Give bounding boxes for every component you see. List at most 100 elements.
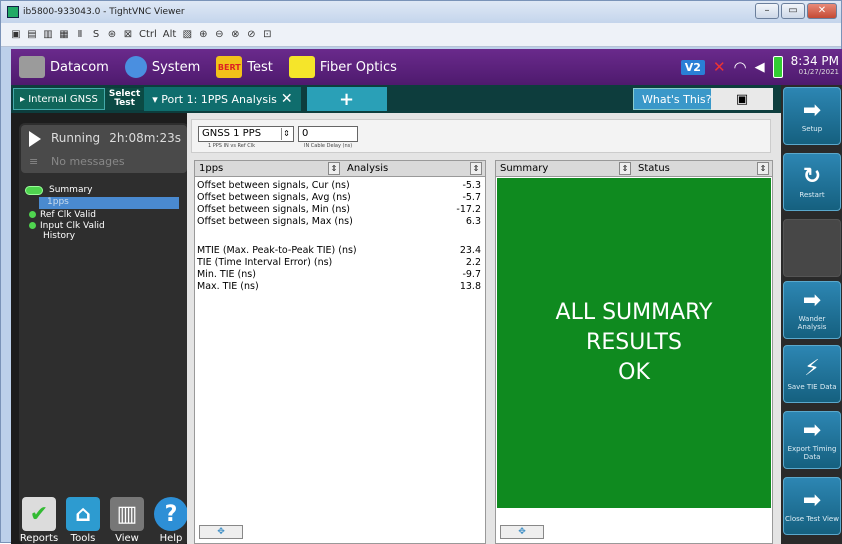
summary-line3: OK <box>618 360 650 385</box>
play-icon[interactable] <box>29 131 41 147</box>
select-spin-icon[interactable]: ⇕ <box>281 128 291 140</box>
setup-button[interactable]: ➡ Setup <box>783 87 841 145</box>
ctrl-alt-del-icon[interactable]: ⊛ <box>107 29 117 40</box>
speaker-icon[interactable]: ◀ <box>755 60 765 75</box>
help-label: Help <box>159 533 183 544</box>
add-test-tab-button[interactable]: + <box>306 87 387 111</box>
result-row: TIE (Time Interval Error) (ns) 2.2 <box>197 257 483 269</box>
v2-icon[interactable]: V2 <box>680 59 705 75</box>
tree-item-history[interactable]: History <box>43 231 187 242</box>
menu-test[interactable]: BERT Test <box>208 49 281 85</box>
tree-item-input-clk[interactable]: Input Clk Valid <box>29 220 187 231</box>
help-icon: ? <box>154 497 188 531</box>
setup-label: Setup <box>801 124 823 133</box>
options-icon[interactable]: ▥ <box>43 29 53 40</box>
pane-select-status[interactable]: Status ⇕ <box>634 161 772 177</box>
signal-select[interactable]: GNSS 1 PPS ⇕ <box>198 126 294 142</box>
pane-move-button[interactable]: ✥ <box>199 525 243 539</box>
vnc-window: ib5800-933043.0 - TightVNC Viewer – ▭ ✕ … <box>0 0 842 544</box>
results-tree: Summary 1pps Ref Clk Valid Input Clk Val… <box>25 183 187 242</box>
lightning-icon: ⚡ <box>804 355 820 381</box>
refresh-icon[interactable]: S <box>91 29 101 40</box>
action-panel: ➡ Setup ↻ Restart ➡ Wander Analysis ⚡ Sa… <box>781 85 842 544</box>
clock-time: 8:34 PM <box>790 54 839 68</box>
reports-button[interactable]: ✔ Reports <box>19 484 59 544</box>
pane-select-analysis[interactable]: Analysis ⇕ <box>343 161 485 177</box>
pause-icon[interactable]: Ⅱ <box>75 29 85 40</box>
pane-select-1pps[interactable]: 1pps ⇕ <box>195 161 343 177</box>
tab-port-label: ▾ Port 1: 1PPS Analysis <box>152 92 277 106</box>
cable-delay-input[interactable]: 0 <box>298 126 358 142</box>
restart-button[interactable]: ↻ Restart <box>783 153 841 211</box>
save-icon[interactable]: ▤ <box>27 29 37 40</box>
alt-key-button[interactable]: Alt <box>163 29 177 40</box>
info-icon[interactable]: ▦ <box>59 29 69 40</box>
tools-label: Tools <box>70 533 96 544</box>
main-content: GNSS 1 PPS ⇕ 1 PPS IN vs Ref Clk 0 IN Ca… <box>187 113 781 544</box>
menu-datacom[interactable]: Datacom <box>11 49 117 85</box>
transfer-icon[interactable]: ▧ <box>182 29 192 40</box>
maximize-button[interactable]: ▭ <box>781 3 805 19</box>
pane-select-summary[interactable]: Summary ⇕ <box>496 161 634 177</box>
result-label: MTIE (Max. Peak-to-Peak TIE) (ns) <box>197 245 357 256</box>
test-icon: BERT <box>216 56 243 78</box>
minimize-button[interactable]: – <box>755 3 779 19</box>
view-button[interactable]: ▥ View <box>107 484 147 544</box>
wifi-icon[interactable]: ◠ <box>734 58 747 76</box>
camera-icon[interactable]: ▣ <box>711 88 773 110</box>
restart-icon: ↻ <box>802 163 822 189</box>
clock-date: 01/27/2021 <box>798 68 839 76</box>
help-button[interactable]: ? Help <box>151 484 191 544</box>
pane-status-label: Status <box>638 163 670 174</box>
whats-this-button[interactable]: What's This? <box>633 88 721 110</box>
tools-button[interactable]: ⌂ Tools <box>63 484 103 544</box>
result-label: TIE (Time Interval Error) (ns) <box>197 257 333 268</box>
arrow-right-icon: ➡ <box>802 287 822 313</box>
arrow-right-icon: ➡ <box>802 417 822 443</box>
result-label: Max. TIE (ns) <box>197 281 259 292</box>
status-led-icon <box>25 185 43 195</box>
run-status-box[interactable]: Running 2h:08m:23s ≡ No messages <box>21 125 187 173</box>
tree-item-ref-clk[interactable]: Ref Clk Valid <box>29 209 187 220</box>
tab-internal-gnss[interactable]: ▸ Internal GNSS <box>13 88 105 110</box>
pane-move-button[interactable]: ✥ <box>500 525 544 539</box>
zoom-100-icon[interactable]: ⊗ <box>230 29 240 40</box>
fullscreen-icon[interactable]: ⊡ <box>262 29 272 40</box>
spin-icon[interactable]: ⇕ <box>470 162 482 175</box>
select-test-button[interactable]: Select Test <box>104 88 145 110</box>
tree-item-summary[interactable]: Summary <box>25 183 187 197</box>
new-connection-icon[interactable]: ▣ <box>11 29 21 40</box>
zoom-fit-icon[interactable]: ⊘ <box>246 29 256 40</box>
spin-icon[interactable]: ⇕ <box>757 162 769 175</box>
result-label: Offset between signals, Cur (ns) <box>197 180 350 191</box>
messages-text: No messages <box>51 155 125 168</box>
save-tie-data-button[interactable]: ⚡ Save TIE Data <box>783 345 841 403</box>
zoom-in-icon[interactable]: ⊕ <box>198 29 208 40</box>
test-tab-row: ▸ Internal GNSS Select Test ▾ Port 1: 1P… <box>11 85 781 113</box>
result-row: Offset between signals, Max (ns) 6.3 <box>197 216 483 228</box>
export-timing-label: Export Timing Data <box>787 444 837 461</box>
ctrl-key-button[interactable]: Ctrl <box>139 29 157 40</box>
menu-fiber-optics[interactable]: Fiber Optics <box>281 49 405 85</box>
menu-test-label: Test <box>247 59 273 75</box>
summary-line1: ALL SUMMARY <box>555 300 713 325</box>
export-timing-data-button[interactable]: ➡ Export Timing Data <box>783 411 841 469</box>
close-test-view-button[interactable]: ➡ Close Test View <box>783 477 841 535</box>
spin-icon[interactable]: ⇕ <box>619 162 631 175</box>
result-value: -5.3 <box>462 180 481 191</box>
menu-system[interactable]: System <box>117 49 208 85</box>
zoom-out-icon[interactable]: ⊖ <box>214 29 224 40</box>
close-test-view-label: Close Test View <box>785 514 839 523</box>
pane-summary-label: Summary <box>500 163 549 174</box>
signal-select-value: GNSS 1 PPS <box>202 128 262 139</box>
close-tab-icon[interactable]: ✕ <box>281 91 293 107</box>
tree-item-1pps[interactable]: 1pps <box>39 197 179 209</box>
win-key-icon[interactable]: ⊠ <box>123 29 133 40</box>
close-window-button[interactable]: ✕ <box>807 3 837 19</box>
run-time: 2h:08m:23s <box>109 131 181 145</box>
tab-port1-1pps-analysis[interactable]: ▾ Port 1: 1PPS Analysis ✕ <box>144 87 301 111</box>
wander-analysis-button[interactable]: ➡ Wander Analysis <box>783 281 841 339</box>
menu-system-label: System <box>151 59 201 75</box>
result-row: MTIE (Max. Peak-to-Peak TIE) (ns) 23.4 <box>197 245 483 257</box>
spin-icon[interactable]: ⇕ <box>328 162 340 175</box>
